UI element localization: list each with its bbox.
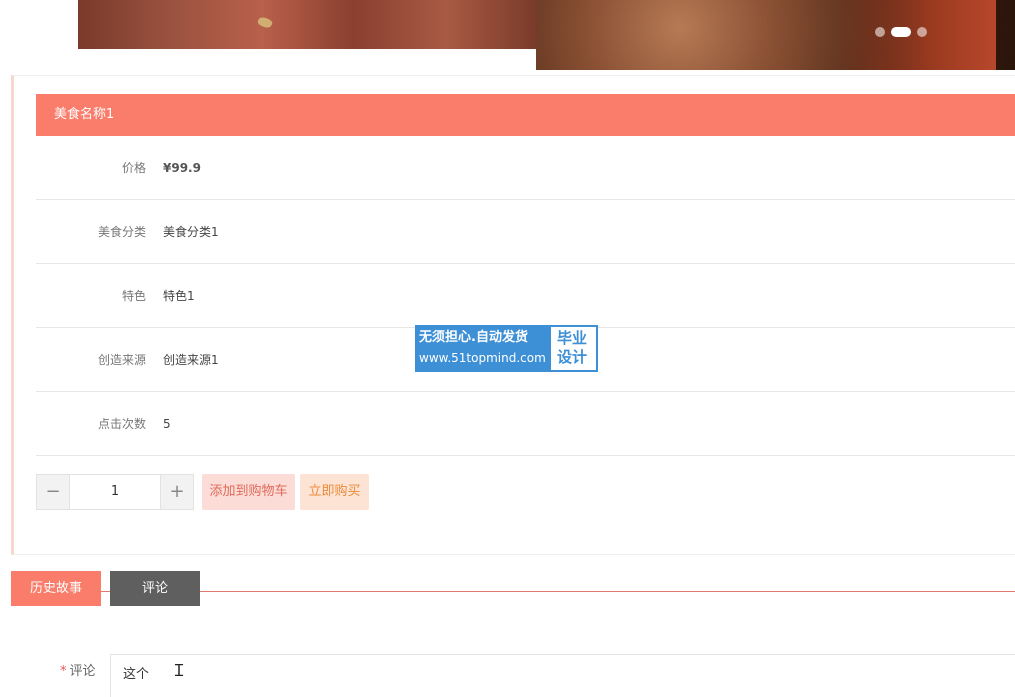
product-title: 美食名称1 [36, 94, 1015, 136]
product-detail-card: 美食名称1 价格 ¥99.9 美食分类 美食分类1 特色 特色1 创造来源 创造… [11, 75, 1015, 555]
required-mark: * [60, 664, 67, 679]
info-row-category: 美食分类 美食分类1 [36, 200, 1015, 264]
watermark-logo: 无须担心.自动发货 www.51topmind.com 毕业 设计 [415, 325, 598, 372]
carousel-slide-image-active [536, 0, 1015, 70]
info-row-feature: 特色 特色1 [36, 264, 1015, 328]
carousel-indicators [875, 27, 927, 37]
watermark-text-top: 毕业 [557, 329, 588, 347]
comment-input[interactable]: 这个 [110, 654, 1015, 697]
text-cursor-icon: Ｉ [171, 661, 188, 680]
origin-value: 创造来源1 [163, 353, 219, 367]
buy-now-button[interactable]: 立即购买 [300, 474, 369, 510]
feature-label: 特色 [121, 289, 146, 303]
increase-quantity-button[interactable]: + [160, 474, 194, 510]
category-label: 美食分类 [97, 225, 146, 239]
quantity-stepper: − 1 + [36, 474, 194, 510]
watermark-slogan: 无须担心.自动发货 [419, 330, 528, 345]
watermark-text-bottom: 设计 [557, 348, 588, 366]
carousel-dot[interactable] [917, 27, 927, 37]
info-row-clicks: 点击次数 5 [36, 392, 1015, 456]
origin-label: 创造来源 [97, 353, 146, 367]
watermark-url: www.51topmind.com [419, 351, 546, 365]
comment-label-text: 评论 [69, 664, 96, 679]
comment-field-label: * 评论 [60, 660, 96, 679]
tab-comment[interactable]: 评论 [110, 571, 200, 606]
carousel-slide-image [78, 0, 538, 49]
add-to-cart-button[interactable]: 添加到购物车 [202, 474, 295, 510]
price-label: 价格 [121, 161, 146, 175]
carousel-dot[interactable] [875, 27, 885, 37]
carousel-dot-active[interactable] [891, 27, 911, 37]
food-detail-page: 美食名称1 价格 ¥99.9 美食分类 美食分类1 特色 特色1 创造来源 创造… [0, 0, 1015, 697]
category-value: 美食分类1 [163, 225, 219, 239]
quantity-input[interactable]: 1 [70, 474, 160, 510]
decrease-quantity-button[interactable]: − [36, 474, 70, 510]
image-carousel[interactable] [78, 0, 1015, 70]
price-value: ¥99.9 [163, 161, 201, 175]
info-row-price: 价格 ¥99.9 [36, 136, 1015, 200]
clicks-value: 5 [163, 417, 171, 431]
feature-value: 特色1 [163, 289, 195, 303]
tab-history-story[interactable]: 历史故事 [11, 571, 101, 606]
clicks-label: 点击次数 [97, 417, 146, 431]
